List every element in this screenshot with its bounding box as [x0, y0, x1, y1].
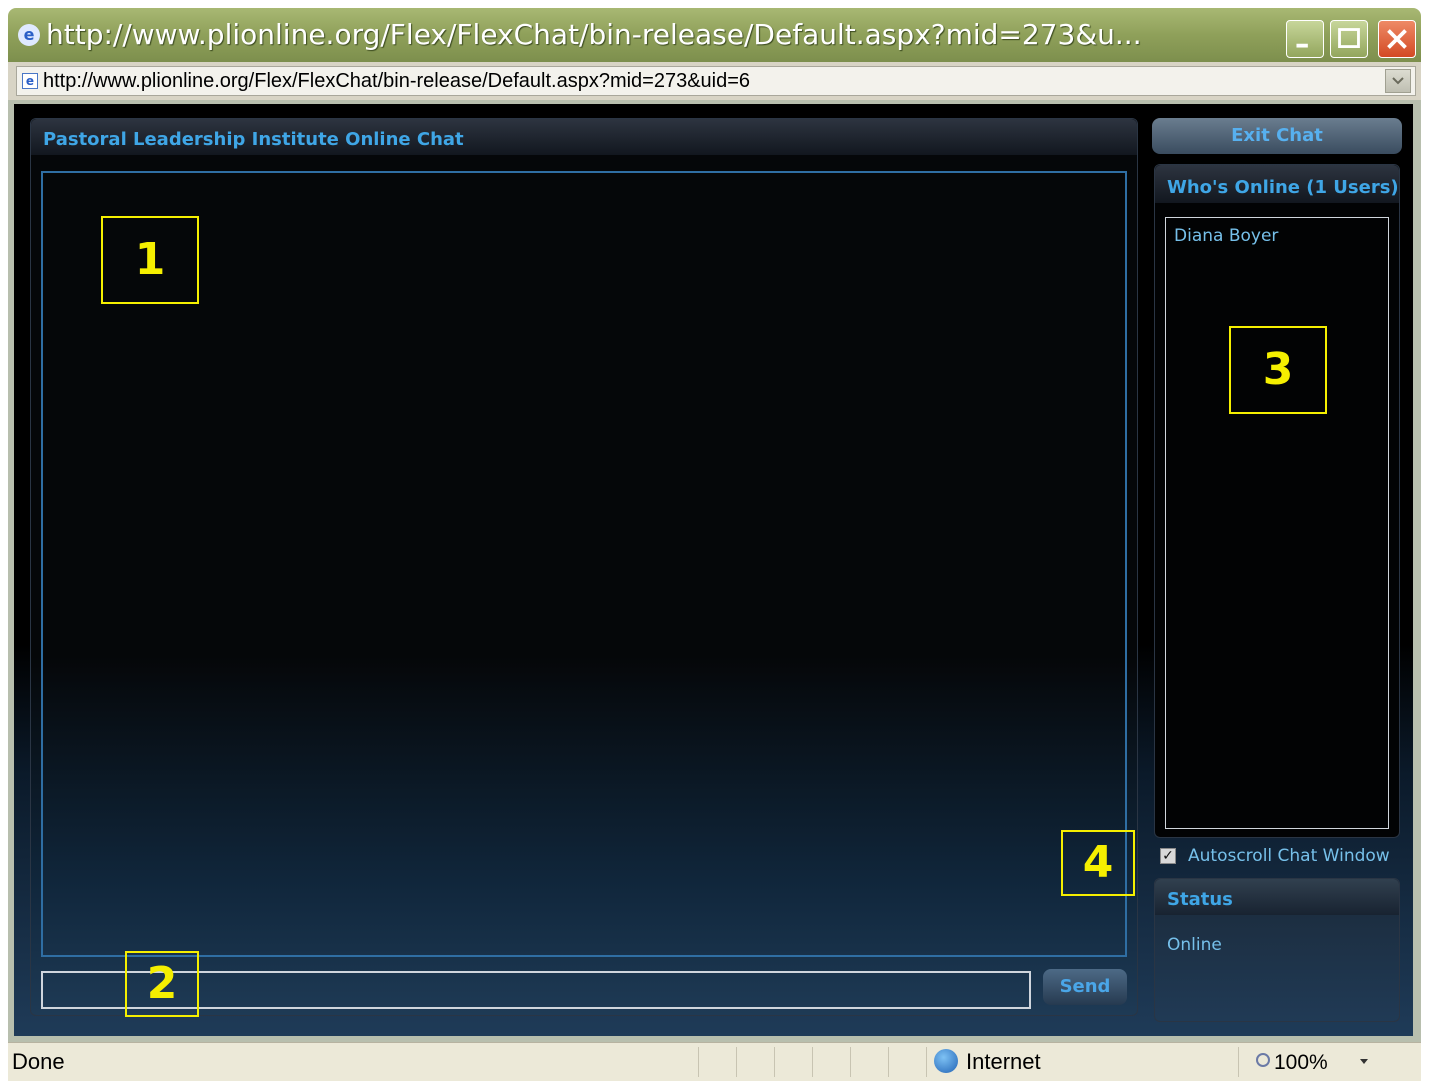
minimize-button[interactable]: [1286, 20, 1324, 58]
window-title: http://www.plionline.org/Flex/FlexChat/b…: [46, 18, 1142, 51]
ie-icon: e: [18, 24, 40, 46]
close-icon: [1387, 29, 1407, 49]
callout-4: 4: [1061, 830, 1135, 896]
autoscroll-label: Autoscroll Chat Window: [1188, 846, 1390, 866]
minimize-icon: [1296, 43, 1308, 48]
send-button[interactable]: Send: [1043, 969, 1127, 1005]
status-value: Online: [1167, 935, 1222, 955]
statusbar-divider: [774, 1047, 775, 1077]
statusbar-divider: [698, 1047, 699, 1077]
status-panel: Status Online: [1154, 878, 1400, 1022]
statusbar-divider: [850, 1047, 851, 1077]
statusbar-divider: [1238, 1047, 1239, 1077]
maximize-button[interactable]: [1330, 20, 1368, 58]
callout-3: 3: [1229, 326, 1327, 414]
address-url: http://www.plionline.org/Flex/FlexChat/b…: [43, 70, 751, 92]
user-list[interactable]: Diana Boyer: [1165, 217, 1389, 829]
status-text: Done: [12, 1049, 65, 1074]
chat-header: Pastoral Leadership Institute Online Cha…: [31, 119, 1137, 155]
whos-online-header: Who's Online (1 Users): [1155, 165, 1399, 203]
user-list-item[interactable]: Diana Boyer: [1174, 226, 1278, 246]
window-titlebar[interactable]: e http://www.plionline.org/Flex/FlexChat…: [8, 8, 1421, 62]
address-bar: e http://www.plionline.org/Flex/FlexChat…: [8, 62, 1421, 100]
app-frame: Pastoral Leadership Institute Online Cha…: [8, 100, 1421, 1042]
page-icon: e: [22, 73, 38, 89]
zoom-dropdown-icon[interactable]: [1360, 1059, 1368, 1064]
browser-statusbar: Done Internet 100%: [8, 1042, 1421, 1081]
chevron-down-icon: [1392, 77, 1404, 85]
chat-title: Pastoral Leadership Institute Online Cha…: [43, 129, 464, 150]
statusbar-divider: [736, 1047, 737, 1077]
address-dropdown-button[interactable]: [1385, 69, 1411, 93]
exit-chat-button[interactable]: Exit Chat: [1152, 118, 1402, 154]
chat-app: Pastoral Leadership Institute Online Cha…: [14, 104, 1413, 1036]
close-button[interactable]: [1378, 20, 1416, 58]
address-field[interactable]: e http://www.plionline.org/Flex/FlexChat…: [16, 66, 1416, 96]
statusbar-divider: [888, 1047, 889, 1077]
statusbar-divider: [812, 1047, 813, 1077]
callout-2: 2: [125, 951, 199, 1017]
callout-1: 1: [101, 216, 199, 304]
statusbar-divider: [926, 1047, 927, 1077]
security-zone: Internet: [966, 1049, 1041, 1074]
autoscroll-checkbox[interactable]: ✓: [1160, 848, 1176, 864]
zoom-level[interactable]: 100%: [1274, 1051, 1328, 1075]
chat-log[interactable]: [41, 171, 1127, 957]
maximize-icon: [1338, 28, 1360, 48]
status-header: Status: [1155, 879, 1399, 915]
whos-online-panel: Who's Online (1 Users) Diana Boyer: [1154, 164, 1400, 838]
whos-online-title: Who's Online (1 Users): [1167, 177, 1399, 198]
autoscroll-option[interactable]: ✓ Autoscroll Chat Window: [1160, 846, 1408, 868]
status-title: Status: [1167, 889, 1233, 910]
globe-icon: [934, 1049, 958, 1073]
zoom-icon[interactable]: [1256, 1053, 1270, 1067]
